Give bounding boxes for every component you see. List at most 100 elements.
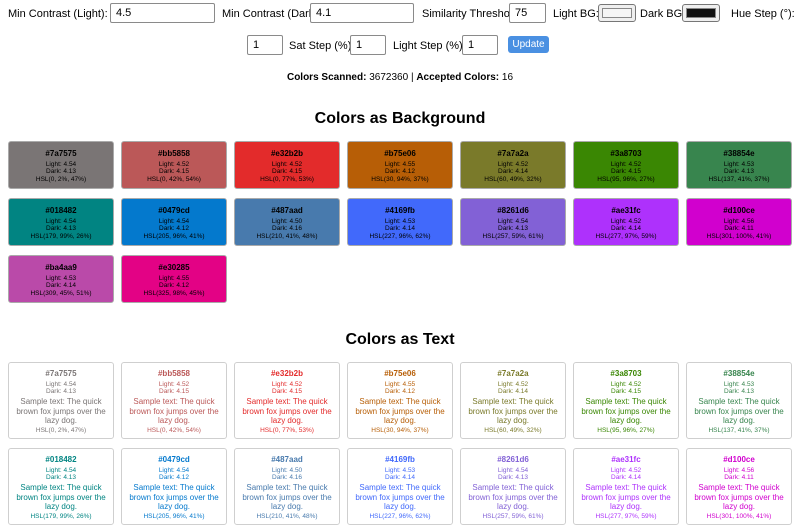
light-contrast: Light: 4.54: [497, 466, 529, 474]
min-contrast-dark-label: Min Contrast (Dark):: [222, 8, 322, 20]
light-contrast: Light: 4.52: [497, 160, 529, 168]
dark-contrast: Dark: 4.14: [611, 474, 641, 482]
min-contrast-dark-input[interactable]: [310, 3, 414, 23]
color-hex: #d100ce: [723, 206, 755, 215]
sample-text: Sample text: The quick brown fox jumps o…: [355, 397, 445, 426]
color-hsl: HSL(137, 41%, 37%): [708, 176, 770, 184]
text-section-title: Colors as Text: [345, 331, 455, 348]
color-hex: #487aad: [271, 206, 303, 215]
dark-contrast: Dark: 4.11: [724, 474, 754, 482]
dark-contrast: Dark: 4.13: [46, 474, 76, 482]
color-hsl: HSL(0, 77%, 53%): [260, 176, 314, 184]
light-step-input[interactable]: [462, 35, 498, 55]
dark-contrast: Dark: 4.15: [159, 388, 189, 396]
dark-contrast: Dark: 4.12: [159, 282, 189, 290]
sample-text: Sample text: The quick brown fox jumps o…: [694, 483, 784, 512]
color-hsl: HSL(0, 42%, 54%): [147, 426, 201, 434]
light-contrast: Light: 4.52: [158, 380, 190, 388]
min-contrast-light-input[interactable]: [110, 3, 215, 23]
dark-contrast: Dark: 4.13: [46, 225, 76, 233]
sat-step-input[interactable]: [350, 35, 386, 55]
sample-text: Sample text: The quick brown fox jumps o…: [468, 483, 558, 512]
color-hsl: HSL(227, 96%, 62%): [369, 512, 431, 520]
color-hex: #018482: [45, 206, 77, 215]
color-hex: #ae31fc: [611, 455, 641, 464]
text-color-card: #0479cd Light: 4.54 Dark: 4.12 Sample text:…: [121, 448, 227, 525]
color-hex: #e30285: [158, 263, 190, 272]
hue-step-input[interactable]: [247, 35, 283, 55]
dark-contrast: Dark: 4.16: [272, 225, 302, 233]
light-contrast: Light: 4.52: [610, 217, 642, 225]
color-hex: #7a7575: [45, 369, 77, 378]
dark-contrast: Dark: 4.12: [385, 388, 415, 396]
sample-text: Sample text: The quick brown fox jumps o…: [581, 397, 671, 426]
light-bg-color-picker[interactable]: [598, 4, 636, 22]
light-contrast: Light: 4.53: [384, 466, 416, 474]
color-hsl: HSL(227, 96%, 62%): [369, 233, 431, 241]
light-contrast: Light: 4.54: [45, 160, 77, 168]
dark-contrast: Dark: 4.13: [46, 168, 76, 176]
light-contrast: Light: 4.52: [610, 466, 642, 474]
light-contrast: Light: 4.54: [158, 466, 190, 474]
color-hsl: HSL(257, 59%, 61%): [482, 233, 544, 241]
color-hsl: HSL(137, 41%, 37%): [708, 426, 770, 434]
color-hsl: HSL(277, 97%, 59%): [595, 512, 657, 520]
bg-color-card: #b75e06 Light: 4.55 Dark: 4.12 HSL(30, 94%,…: [347, 141, 453, 189]
color-hex: #7a7a2a: [497, 369, 529, 378]
light-contrast: Light: 4.52: [158, 160, 190, 168]
bg-color-card: #8261d6 Light: 4.54 Dark: 4.13 HSL(257, 59%…: [460, 198, 566, 246]
color-hsl: HSL(0, 2%, 47%): [35, 426, 87, 434]
color-hsl: HSL(325, 98%, 45%): [143, 290, 205, 298]
color-hsl: HSL(0, 2%, 47%): [35, 176, 87, 184]
sat-step-label: Sat Step (%):: [289, 40, 355, 52]
dark-contrast: Dark: 4.13: [498, 474, 528, 482]
sample-text: Sample text: The quick brown fox jumps o…: [355, 483, 445, 512]
color-hex: #487aad: [271, 455, 303, 464]
dark-contrast: Dark: 4.14: [498, 168, 528, 176]
text-color-card: #7a7575 Light: 4.54 Dark: 4.13 Sample text:…: [8, 362, 114, 439]
light-contrast: Light: 4.50: [271, 466, 303, 474]
dark-contrast: Dark: 4.13: [724, 388, 754, 396]
color-hex: #ba4aa9: [45, 263, 77, 272]
color-hex: #b75e06: [384, 369, 416, 378]
color-hsl: HSL(257, 59%, 61%): [482, 512, 544, 520]
light-contrast: Light: 4.53: [45, 274, 77, 282]
scanned-value: 3672360: [369, 72, 409, 83]
hue-step-label: Hue Step (°):: [731, 8, 795, 20]
dark-bg-swatch: [686, 8, 716, 18]
light-contrast: Light: 4.53: [723, 160, 755, 168]
dark-contrast: Dark: 4.11: [724, 225, 754, 233]
bg-color-card: #e32b2b Light: 4.52 Dark: 4.15 HSL(0, 77%, …: [234, 141, 340, 189]
accepted-label: Accepted Colors:: [416, 72, 500, 83]
light-bg-swatch: [602, 8, 632, 18]
sample-text: Sample text: The quick brown fox jumps o…: [242, 483, 332, 512]
bg-color-card: #7a7a2a Light: 4.52 Dark: 4.14 HSL(60, 49%,…: [460, 141, 566, 189]
color-hex: #b75e06: [384, 149, 416, 158]
dark-contrast: Dark: 4.15: [159, 168, 189, 176]
dark-contrast: Dark: 4.14: [385, 474, 415, 482]
bg-color-card: #018482 Light: 4.54 Dark: 4.13 HSL(179, 99%…: [8, 198, 114, 246]
color-hex: #38854e: [723, 149, 755, 158]
dark-contrast: Dark: 4.15: [611, 168, 641, 176]
color-hsl: HSL(0, 42%, 54%): [147, 176, 201, 184]
bg-color-card: #3a8703 Light: 4.52 Dark: 4.15 HSL(95, 96%,…: [573, 141, 679, 189]
color-hsl: HSL(30, 94%, 37%): [371, 176, 429, 184]
color-hex: #d100ce: [723, 455, 755, 464]
update-button[interactable]: Update: [508, 36, 549, 53]
light-contrast: Light: 4.54: [158, 217, 190, 225]
bg-color-card: #d100ce Light: 4.56 Dark: 4.11 HSL(301, 100…: [686, 198, 792, 246]
color-hsl: HSL(301, 100%, 41%): [706, 512, 772, 520]
color-hex: #0479cd: [158, 455, 190, 464]
text-color-card: #bb5858 Light: 4.52 Dark: 4.15 Sample text:…: [121, 362, 227, 439]
similarity-threshold-input[interactable]: [509, 3, 546, 23]
light-contrast: Light: 4.52: [610, 380, 642, 388]
light-contrast: Light: 4.52: [271, 380, 303, 388]
light-contrast: Light: 4.56: [723, 466, 755, 474]
color-hex: #7a7575: [45, 149, 77, 158]
light-contrast: Light: 4.52: [271, 160, 303, 168]
dark-bg-color-picker[interactable]: [682, 4, 720, 22]
bg-color-card: #ba4aa9 Light: 4.53 Dark: 4.14 HSL(309, 45%…: [8, 255, 114, 303]
color-hex: #7a7a2a: [497, 149, 529, 158]
dark-contrast: Dark: 4.15: [272, 168, 302, 176]
color-hsl: HSL(210, 41%, 48%): [256, 233, 318, 241]
